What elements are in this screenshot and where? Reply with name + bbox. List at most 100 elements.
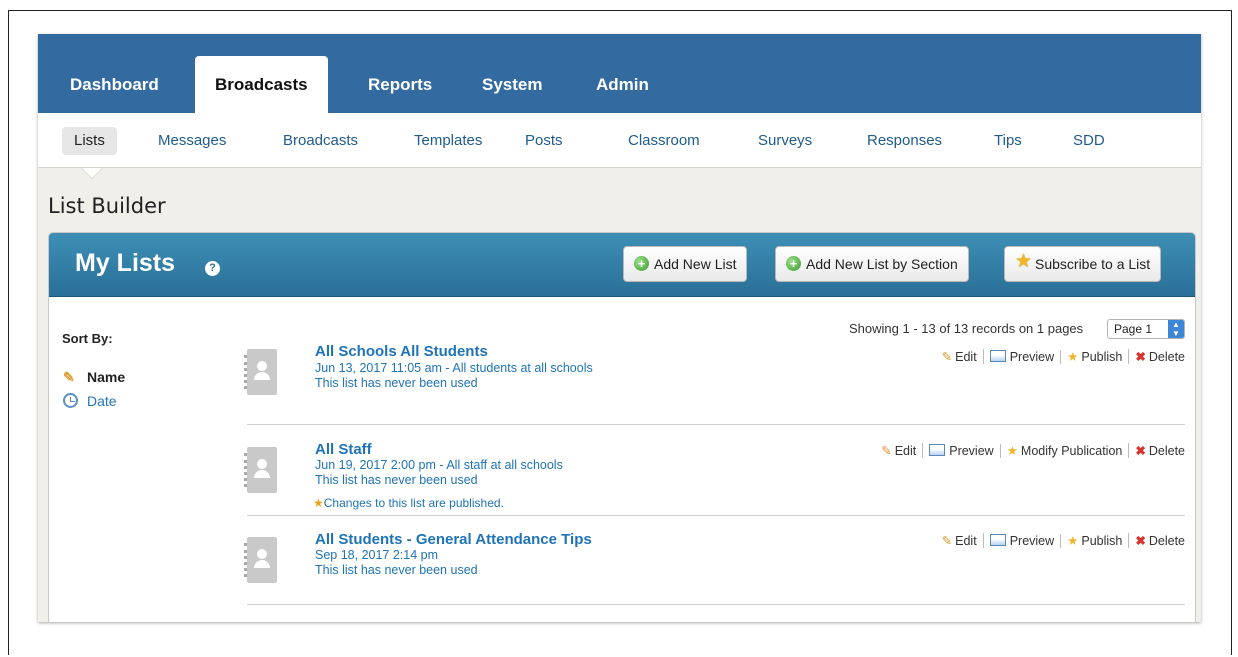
delete-action[interactable]: ✖ Delete xyxy=(1129,443,1185,458)
preview-label: Preview xyxy=(1009,350,1055,364)
subnav-templates[interactable]: Templates xyxy=(414,127,482,155)
sort-by-label: Sort By: xyxy=(62,331,113,346)
contact-book-icon xyxy=(244,537,277,583)
edit-label: Edit xyxy=(955,350,977,364)
list-title[interactable]: All Schools All Students xyxy=(315,343,488,360)
list-title[interactable]: All Students - General Attendance Tips xyxy=(315,531,592,548)
subscribe-to-list-button[interactable]: ★ Subscribe to a List xyxy=(1004,246,1162,282)
list-item[interactable]: All Staff Jun 19, 2017 2:00 pm - All sta… xyxy=(244,441,1185,516)
subnav-lists[interactable]: Lists xyxy=(62,127,117,155)
list-actions: ✎ Edit Preview ★ Publish ✖ Delete xyxy=(936,349,1185,364)
tab-admin[interactable]: Admin xyxy=(596,56,649,113)
x-icon: ✖ xyxy=(1135,444,1146,458)
row-divider xyxy=(247,424,1185,425)
star-plus-icon: ★ xyxy=(1067,534,1079,548)
sort-by-date[interactable]: Date xyxy=(63,393,117,409)
preview-action[interactable]: Preview xyxy=(923,444,1001,458)
published-note-text: Changes to this list are published. xyxy=(323,496,504,510)
publish-label: Publish xyxy=(1081,534,1123,548)
page-title: List Builder xyxy=(48,194,166,218)
subnav-broadcasts[interactable]: Broadcasts xyxy=(283,127,358,155)
edit-label: Edit xyxy=(894,444,917,458)
add-by-section-label: Add New List by Section xyxy=(806,256,958,272)
star-plus-icon: ★ xyxy=(1067,350,1079,364)
subnav-surveys[interactable]: Surveys xyxy=(758,127,812,155)
publish-action[interactable]: ★ Publish xyxy=(1061,533,1130,548)
plus-circle-icon: + xyxy=(634,256,649,271)
list-item[interactable]: All Schools All Students Jun 13, 2017 11… xyxy=(244,343,1185,423)
sub-nav: Lists Messages Broadcasts Templates Post… xyxy=(38,113,1201,168)
my-lists-panel: My Lists ? + Add New List + Add New List… xyxy=(48,232,1196,622)
delete-label: Delete xyxy=(1148,350,1185,364)
contact-book-icon xyxy=(244,447,277,493)
add-new-list-button[interactable]: + Add New List xyxy=(623,246,748,282)
publish-label: Publish xyxy=(1081,350,1123,364)
panel-header: My Lists ? + Add New List + Add New List… xyxy=(49,233,1195,297)
publish-action[interactable]: ★ Publish xyxy=(1061,349,1130,364)
modify-publication-action[interactable]: ★ Modify Publication xyxy=(1001,443,1130,458)
list-meta: Jun 13, 2017 11:05 am - All students at … xyxy=(315,361,593,375)
active-caret xyxy=(82,168,102,178)
published-star-icon: ★ xyxy=(313,496,324,510)
list-meta: Jun 19, 2017 2:00 pm - All staff at all … xyxy=(315,458,563,472)
tab-broadcasts[interactable]: Broadcasts xyxy=(195,56,328,113)
x-icon: ✖ xyxy=(1135,534,1146,548)
modify-publication-label: Modify Publication xyxy=(1020,444,1123,458)
row-divider xyxy=(247,515,1185,516)
list-actions: ✎ Edit Preview ★ Publish ✖ Delete xyxy=(936,533,1185,548)
list-usage: This list has never been used xyxy=(315,473,478,487)
window-icon xyxy=(989,350,1006,362)
list-item[interactable]: All Students - General Attendance Tips S… xyxy=(244,531,1185,606)
subnav-classroom[interactable]: Classroom xyxy=(628,127,700,155)
records-summary: Showing 1 - 13 of 13 records on 1 pages xyxy=(849,321,1084,336)
preview-action[interactable]: Preview xyxy=(984,534,1062,548)
panel-title: My Lists xyxy=(75,249,176,277)
page-select[interactable]: Page 1 ▲ ▼ xyxy=(1107,319,1185,339)
delete-action[interactable]: ✖ Delete xyxy=(1129,349,1185,364)
pencil-icon: ✎ xyxy=(941,350,953,364)
pencil-icon: ✎ xyxy=(941,534,953,548)
tab-dashboard[interactable]: Dashboard xyxy=(70,56,159,113)
subscribe-label: Subscribe to a List xyxy=(1035,256,1151,272)
window-icon xyxy=(929,444,946,456)
add-new-list-label: Add New List xyxy=(654,256,737,272)
clock-icon xyxy=(63,393,81,409)
delete-label: Delete xyxy=(1148,444,1185,458)
pencil-icon: ✎ xyxy=(63,369,75,385)
preview-label: Preview xyxy=(1009,534,1055,548)
list-usage: This list has never been used xyxy=(315,376,478,390)
list-actions: ✎ Edit Preview ★ Modify Publication ✖ Delete xyxy=(875,443,1185,458)
subnav-posts[interactable]: Posts xyxy=(525,127,563,155)
app-window: Dashboard Broadcasts Reports System Admi… xyxy=(38,34,1201,622)
top-nav: Dashboard Broadcasts Reports System Admi… xyxy=(38,34,1201,113)
tab-system[interactable]: System xyxy=(482,56,542,113)
preview-action[interactable]: Preview xyxy=(984,350,1062,364)
x-icon: ✖ xyxy=(1135,350,1146,364)
subnav-messages[interactable]: Messages xyxy=(158,127,226,155)
pencil-icon: ✎ xyxy=(881,444,892,458)
tab-reports[interactable]: Reports xyxy=(368,56,432,113)
contact-book-icon xyxy=(244,349,277,395)
add-new-list-by-section-button[interactable]: + Add New List by Section xyxy=(775,246,969,282)
help-icon[interactable]: ? xyxy=(205,261,220,276)
list-usage: This list has never been used xyxy=(315,563,478,577)
page-select-value: Page 1 xyxy=(1114,322,1153,336)
star-icon: ★ xyxy=(1015,251,1033,272)
list-title[interactable]: All Staff xyxy=(315,441,372,458)
delete-action[interactable]: ✖ Delete xyxy=(1129,533,1185,548)
edit-action[interactable]: ✎ Edit xyxy=(936,349,984,364)
published-note: ★Changes to this list are published. xyxy=(313,496,504,510)
list-meta: Sep 18, 2017 2:14 pm xyxy=(315,548,439,562)
edit-action[interactable]: ✎ Edit xyxy=(875,443,924,458)
subnav-tips[interactable]: Tips xyxy=(994,127,1022,155)
sort-name-label: Name xyxy=(87,369,126,385)
preview-label: Preview xyxy=(949,444,994,458)
edit-action[interactable]: ✎ Edit xyxy=(936,533,984,548)
edit-label: Edit xyxy=(955,534,977,548)
row-divider xyxy=(247,604,1185,605)
sort-by-name[interactable]: ✎ Name xyxy=(63,369,125,386)
window-icon xyxy=(989,534,1006,546)
subnav-responses[interactable]: Responses xyxy=(867,127,942,155)
plus-circle-icon: + xyxy=(786,256,801,271)
subnav-sdd[interactable]: SDD xyxy=(1073,127,1105,155)
